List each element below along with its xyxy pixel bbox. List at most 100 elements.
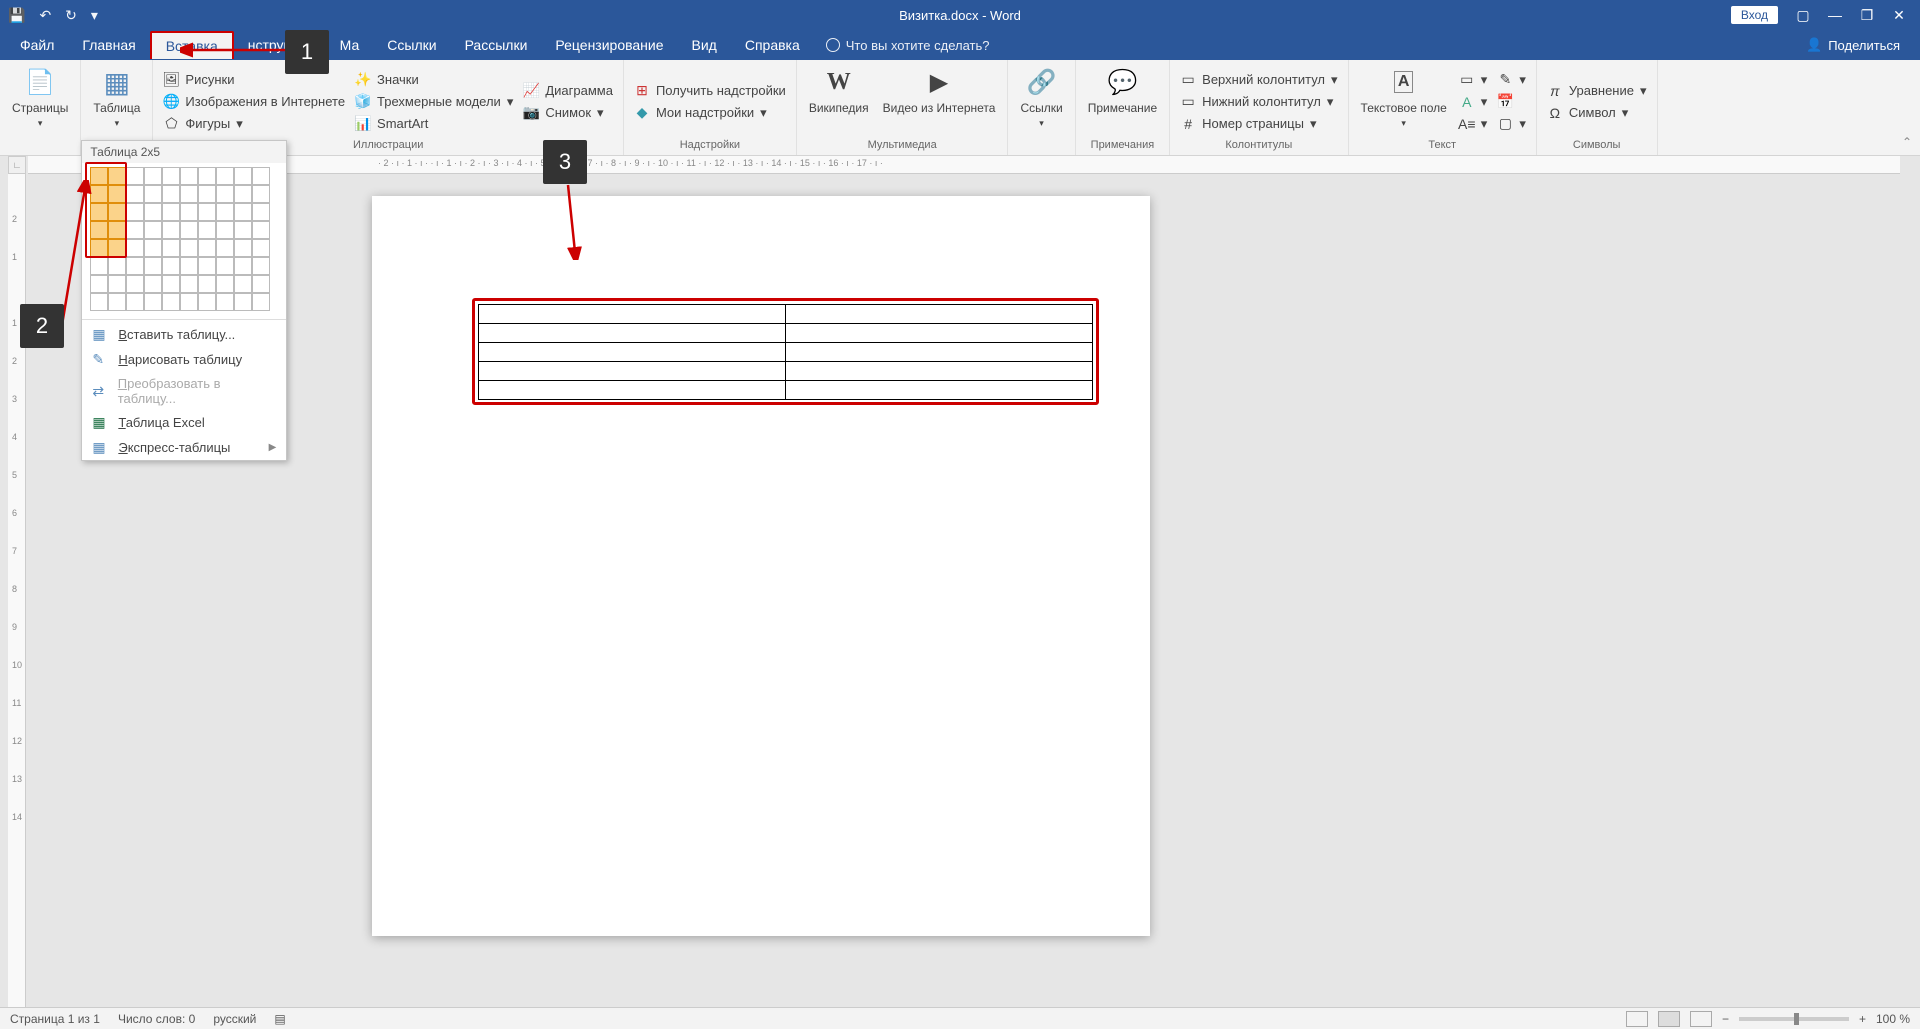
quick-tables-item[interactable]: ▦Экспресс-таблицы▶ xyxy=(82,435,286,460)
grid-cell[interactable] xyxy=(126,275,144,293)
tab-references[interactable]: Ссылки xyxy=(373,32,450,58)
table-row[interactable] xyxy=(479,362,1093,381)
grid-cell[interactable] xyxy=(162,185,180,203)
grid-cell[interactable] xyxy=(216,221,234,239)
grid-cell[interactable] xyxy=(144,257,162,275)
tab-insert[interactable]: Вставка xyxy=(150,31,234,59)
icons-button[interactable]: Значки xyxy=(353,71,515,89)
quick-parts-button[interactable]: ▭▾ xyxy=(1457,71,1490,89)
grid-cell[interactable] xyxy=(234,203,252,221)
print-layout-icon[interactable] xyxy=(1658,1011,1680,1027)
get-addins-button[interactable]: Получить надстройки xyxy=(632,82,788,100)
grid-cell[interactable] xyxy=(126,167,144,185)
grid-cell[interactable] xyxy=(180,185,198,203)
signature-button[interactable]: ✎▾ xyxy=(1495,71,1528,89)
grid-cell[interactable] xyxy=(108,203,126,221)
grid-cell[interactable] xyxy=(126,221,144,239)
grid-cell[interactable] xyxy=(90,239,108,257)
grid-cell[interactable] xyxy=(234,221,252,239)
zoom-out-icon[interactable]: − xyxy=(1722,1012,1729,1026)
grid-cell[interactable] xyxy=(90,185,108,203)
zoom-level[interactable]: 100 % xyxy=(1876,1012,1910,1026)
grid-cell[interactable] xyxy=(198,221,216,239)
tab-view[interactable]: Вид xyxy=(678,32,731,58)
table-button[interactable]: Таблица▾ xyxy=(89,64,144,151)
grid-cell[interactable] xyxy=(234,293,252,311)
symbol-button[interactable]: Символ ▾ xyxy=(1545,104,1649,122)
comment-button[interactable]: Примечание xyxy=(1084,64,1161,139)
header-button[interactable]: Верхний колонтитул ▾ xyxy=(1178,71,1339,89)
footer-button[interactable]: Нижний колонтитул ▾ xyxy=(1178,93,1339,111)
grid-cell[interactable] xyxy=(234,257,252,275)
textbox-button[interactable]: Текстовое поле▾ xyxy=(1357,64,1451,139)
wordart-button[interactable]: A▾ xyxy=(1457,93,1490,111)
grid-cell[interactable] xyxy=(126,203,144,221)
grid-cell[interactable] xyxy=(126,257,144,275)
grid-cell[interactable] xyxy=(180,203,198,221)
grid-cell[interactable] xyxy=(126,185,144,203)
tab-file[interactable]: Файл xyxy=(6,32,68,58)
grid-cell[interactable] xyxy=(216,293,234,311)
close-icon[interactable]: ✕ xyxy=(1892,7,1906,24)
grid-cell[interactable] xyxy=(216,257,234,275)
grid-cell[interactable] xyxy=(162,167,180,185)
page-number-button[interactable]: Номер страницы ▾ xyxy=(1178,115,1339,133)
grid-cell[interactable] xyxy=(90,221,108,239)
grid-cell[interactable] xyxy=(90,167,108,185)
grid-cell[interactable] xyxy=(144,185,162,203)
language-indicator[interactable]: русский xyxy=(213,1012,256,1026)
grid-cell[interactable] xyxy=(180,293,198,311)
restore-icon[interactable]: ❐ xyxy=(1860,7,1874,24)
excel-table-item[interactable]: ▦Таблица Excel xyxy=(82,410,286,435)
grid-cell[interactable] xyxy=(108,167,126,185)
collapse-ribbon-icon[interactable]: ⌃ xyxy=(1902,135,1912,149)
grid-cell[interactable] xyxy=(216,185,234,203)
grid-cell[interactable] xyxy=(198,239,216,257)
grid-cell[interactable] xyxy=(162,293,180,311)
grid-cell[interactable] xyxy=(144,239,162,257)
online-pictures-button[interactable]: Изображения в Интернете xyxy=(161,93,347,111)
table-row[interactable] xyxy=(479,305,1093,324)
zoom-slider[interactable] xyxy=(1739,1017,1849,1021)
macro-icon[interactable]: ▤ xyxy=(274,1012,285,1026)
grid-cell[interactable] xyxy=(216,167,234,185)
grid-cell[interactable] xyxy=(180,167,198,185)
ruler-corner[interactable]: ∟ xyxy=(8,156,26,174)
grid-cell[interactable] xyxy=(252,203,270,221)
grid-cell[interactable] xyxy=(180,275,198,293)
grid-cell[interactable] xyxy=(234,167,252,185)
grid-cell[interactable] xyxy=(216,239,234,257)
3d-models-button[interactable]: Трехмерные модели ▾ xyxy=(353,93,515,111)
grid-cell[interactable] xyxy=(234,275,252,293)
grid-cell[interactable] xyxy=(162,239,180,257)
insert-table-item[interactable]: ▦ВВставить таблицу...ставить таблицу... xyxy=(82,322,286,347)
grid-cell[interactable] xyxy=(90,275,108,293)
grid-cell[interactable] xyxy=(108,239,126,257)
grid-cell[interactable] xyxy=(126,293,144,311)
grid-cell[interactable] xyxy=(108,257,126,275)
grid-cell[interactable] xyxy=(144,293,162,311)
grid-cell[interactable] xyxy=(180,239,198,257)
grid-cell[interactable] xyxy=(234,239,252,257)
grid-cell[interactable] xyxy=(216,275,234,293)
grid-cell[interactable] xyxy=(234,185,252,203)
tab-mailings[interactable]: Рассылки xyxy=(451,32,542,58)
page-indicator[interactable]: Страница 1 из 1 xyxy=(10,1012,100,1026)
qat-customize-icon[interactable]: ▾ xyxy=(91,7,98,24)
grid-cell[interactable] xyxy=(252,257,270,275)
tab-review[interactable]: Рецензирование xyxy=(541,32,677,58)
equation-button[interactable]: Уравнение ▾ xyxy=(1545,82,1649,100)
screenshot-button[interactable]: Снимок ▾ xyxy=(521,104,615,122)
tab-help[interactable]: Справка xyxy=(731,32,814,58)
grid-cell[interactable] xyxy=(198,167,216,185)
grid-cell[interactable] xyxy=(90,293,108,311)
grid-cell[interactable] xyxy=(252,239,270,257)
grid-cell[interactable] xyxy=(198,275,216,293)
grid-cell[interactable] xyxy=(252,167,270,185)
grid-cell[interactable] xyxy=(252,275,270,293)
my-addins-button[interactable]: Мои надстройки ▾ xyxy=(632,104,788,122)
links-button[interactable]: Ссылки▾ xyxy=(1016,64,1066,151)
grid-cell[interactable] xyxy=(252,221,270,239)
grid-cell[interactable] xyxy=(252,185,270,203)
online-video-button[interactable]: Видео из Интернета xyxy=(879,64,1000,139)
